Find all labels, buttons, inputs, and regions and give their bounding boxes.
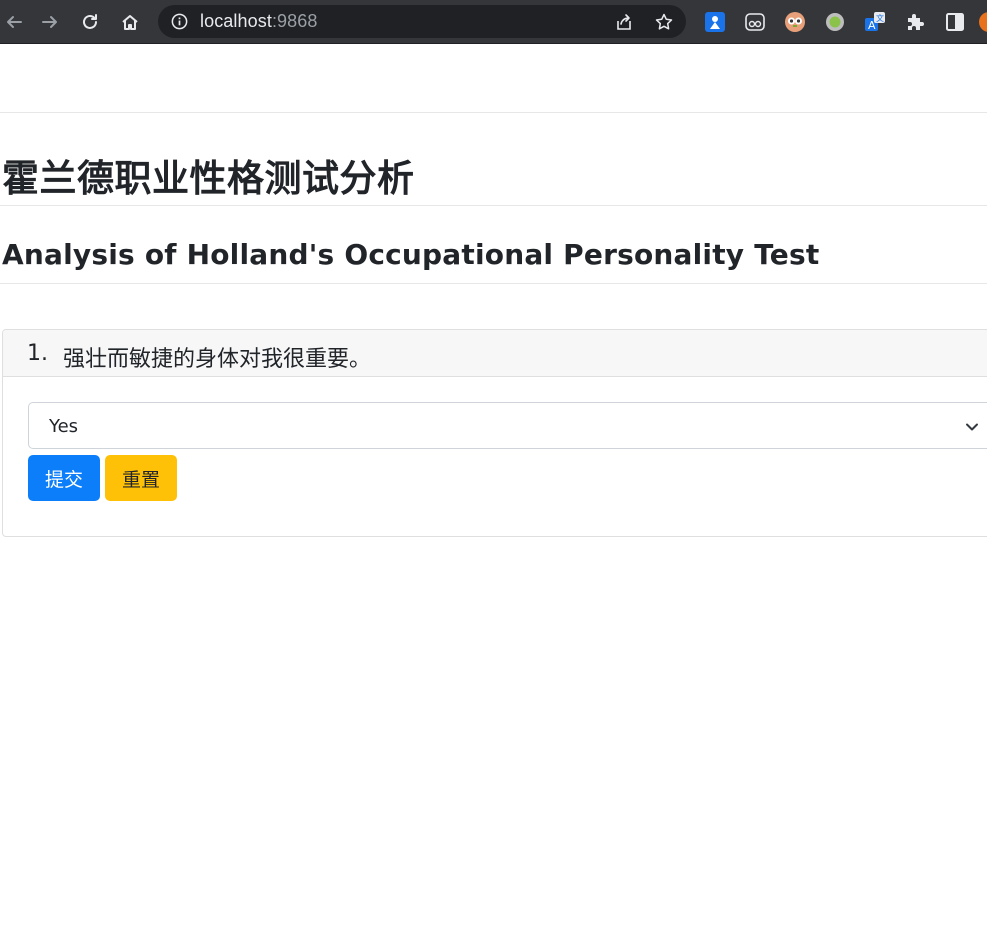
bookmark-star-icon[interactable]: [654, 12, 674, 32]
reload-icon[interactable]: [76, 8, 104, 36]
extension-language-icon[interactable]: A文: [864, 11, 886, 33]
chevron-down-icon: [966, 423, 978, 431]
extensions-puzzle-icon[interactable]: [904, 11, 926, 33]
svg-text:文: 文: [876, 13, 884, 23]
forward-icon[interactable]: [36, 8, 64, 36]
url-host: localhost: [200, 11, 272, 31]
site-info-icon[interactable]: [170, 12, 189, 31]
reset-button[interactable]: 重置: [105, 455, 177, 501]
home-icon[interactable]: [116, 8, 144, 36]
extension-owl-icon[interactable]: [784, 11, 806, 33]
divider-subtitle: [0, 283, 987, 284]
question-number: 1.: [27, 341, 48, 366]
url-port: :9868: [271, 11, 318, 31]
back-icon[interactable]: [0, 8, 28, 36]
question-text: 强壮而敏捷的身体对我很重要。: [63, 347, 372, 372]
submit-button[interactable]: 提交: [28, 455, 100, 501]
divider-top: [0, 112, 987, 113]
extension-reader-icon[interactable]: [744, 11, 766, 33]
page-title-english: Analysis of Holland's Occupational Perso…: [2, 238, 820, 271]
extension-circle-icon[interactable]: [824, 11, 846, 33]
side-panel-icon[interactable]: [944, 11, 966, 33]
url-text: localhost:9868: [200, 11, 318, 32]
profile-avatar-icon[interactable]: [978, 11, 987, 33]
share-icon[interactable]: [614, 12, 634, 32]
divider-title: [0, 205, 987, 206]
extension-translate-icon[interactable]: [704, 11, 726, 33]
answer-select-value: Yes: [49, 416, 79, 437]
page-title-chinese: 霍兰德职业性格测试分析: [2, 157, 415, 200]
address-bar[interactable]: localhost:9868: [158, 5, 686, 38]
question-header: 1. 强壮而敏捷的身体对我很重要。: [3, 330, 987, 377]
answer-select[interactable]: Yes: [28, 402, 987, 449]
browser-toolbar: localhost:9868 A文: [0, 0, 987, 44]
